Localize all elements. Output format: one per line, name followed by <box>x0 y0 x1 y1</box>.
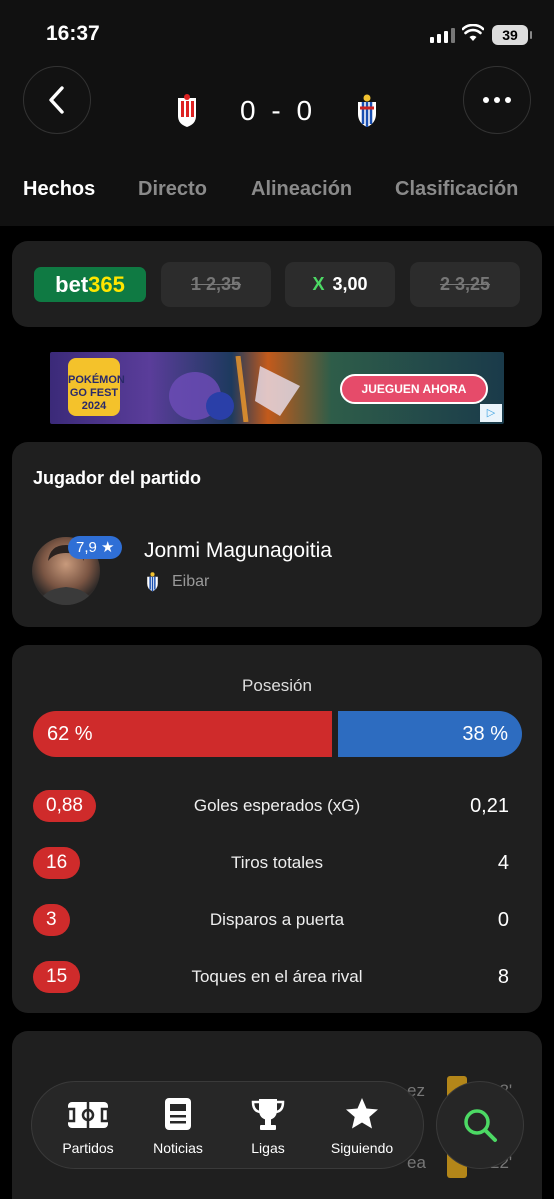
stat-home-value: 15 <box>33 961 81 993</box>
tab-directo[interactable]: Directo <box>138 178 207 201</box>
odds-away-button[interactable]: 2 3,25 <box>410 262 520 307</box>
possession-home-bar: 62 % <box>33 711 332 757</box>
match-tabs: Hechos Directo Alineación Clasificación <box>0 178 554 206</box>
player-team: Eibar <box>172 573 210 590</box>
stat-row: 0,88 Goles esperados (xG) 0,21 <box>12 790 542 822</box>
stat-home-value: 0,88 <box>33 790 96 822</box>
nav-item-ligas[interactable]: Ligas <box>223 1096 313 1156</box>
pitch-icon <box>66 1102 110 1128</box>
home-score: 0 <box>239 95 260 126</box>
battery-indicator: 39 <box>492 25 532 45</box>
possession-away-bar: 38 % <box>338 711 522 757</box>
nav-label: Siguiendo <box>330 1140 394 1156</box>
ad-banner[interactable]: POKÉMON GO FEST 2024 JUEGUEN AHORA ▷ <box>50 352 504 424</box>
status-time: 16:37 <box>46 22 100 45</box>
news-icon <box>165 1098 191 1130</box>
player-team-crest-icon <box>147 572 158 592</box>
nav-item-noticias[interactable]: Noticias <box>133 1096 223 1156</box>
card-title: Jugador del partido <box>33 468 202 488</box>
odds-home-label: 1 <box>190 274 201 294</box>
stat-away-value: 8 <box>497 966 509 988</box>
away-score: 0 <box>296 95 317 126</box>
chevron-left-icon <box>49 86 64 114</box>
stat-away-value: 0,21 <box>470 795 509 817</box>
odds-draw-button[interactable]: X 3,00 <box>285 262 395 307</box>
odds-away-value: 3,25 <box>454 274 491 294</box>
nav-item-partidos[interactable]: Partidos <box>43 1096 133 1156</box>
away-team-crest-icon[interactable] <box>356 94 378 128</box>
nav-label: Partidos <box>62 1140 114 1156</box>
score-separator: - <box>271 95 285 126</box>
ad-cta-button[interactable]: JUEGUEN AHORA <box>340 374 488 404</box>
bottom-nav: Partidos Noticias Ligas Siguiendo <box>31 1081 424 1169</box>
ad-artwork <box>169 356 300 422</box>
odds-away-label: 2 <box>439 274 450 294</box>
player-of-match-card[interactable]: Jugador del partido 7,9 ★ Jonmi Magunago… <box>12 442 542 627</box>
star-icon <box>346 1098 378 1129</box>
stat-label: Tiros totales <box>231 853 323 872</box>
stat-row: 3 Disparos a puerta 0 <box>12 904 542 936</box>
stat-label: Disparos a puerta <box>209 910 345 929</box>
stat-away-value: 4 <box>497 852 509 874</box>
search-button[interactable] <box>436 1081 524 1169</box>
match-score: 0 - 0 <box>230 95 326 127</box>
odds-card: bet365 1 2,35 X 3,00 2 3,25 <box>12 241 542 327</box>
stat-label: Goles esperados (xG) <box>193 796 361 815</box>
player-rating-value: 7,9 <box>76 539 97 556</box>
ad-choices-icon[interactable]: ▷ <box>480 404 502 422</box>
stats-card[interactable]: Posesión 62 % 38 % 0,88 Goles esperados … <box>12 645 542 1013</box>
stat-row: 16 Tiros totales 4 <box>12 847 542 879</box>
bet365-logo-suffix: 365 <box>88 272 125 297</box>
stat-away-value: 0 <box>497 909 509 931</box>
odds-draw-value: 3,00 <box>332 274 368 294</box>
home-team-crest-icon[interactable] <box>176 94 198 128</box>
nav-label: Noticias <box>153 1140 203 1156</box>
bet365-logo-prefix: bet <box>55 272 89 297</box>
nav-label: Ligas <box>251 1140 285 1156</box>
bet365-logo[interactable]: bet365 <box>34 267 146 302</box>
stat-row: 15 Toques en el área rival 8 <box>12 961 542 993</box>
more-options-button[interactable] <box>463 66 531 134</box>
stat-label: Toques en el área rival <box>191 967 363 986</box>
more-dots-icon <box>483 97 511 103</box>
possession-title: Posesión <box>242 676 312 695</box>
stat-home-value: 3 <box>33 904 70 936</box>
status-bar: 16:37 39 <box>0 0 554 66</box>
tab-clasificacion[interactable]: Clasificación <box>395 178 518 201</box>
star-icon: ★ <box>101 539 115 556</box>
player-rating-badge: 7,9 ★ <box>68 536 123 559</box>
trophy-icon <box>251 1099 285 1130</box>
back-button[interactable] <box>23 66 91 134</box>
search-icon <box>464 1109 497 1142</box>
nav-item-siguiendo[interactable]: Siguiendo <box>317 1096 407 1156</box>
tab-hechos[interactable]: Hechos <box>23 178 95 201</box>
odds-home-value: 2,35 <box>205 274 242 294</box>
wifi-icon <box>462 24 484 41</box>
player-name: Jonmi Magunagoitia <box>144 539 332 562</box>
ad-brand-logo: POKÉMON GO FEST 2024 <box>68 358 125 416</box>
stat-home-value: 16 <box>33 847 81 879</box>
odds-home-button[interactable]: 1 2,35 <box>161 262 271 307</box>
signal-icon <box>430 27 455 43</box>
odds-draw-label: X <box>312 274 325 294</box>
tab-alineacion[interactable]: Alineación <box>251 178 352 201</box>
